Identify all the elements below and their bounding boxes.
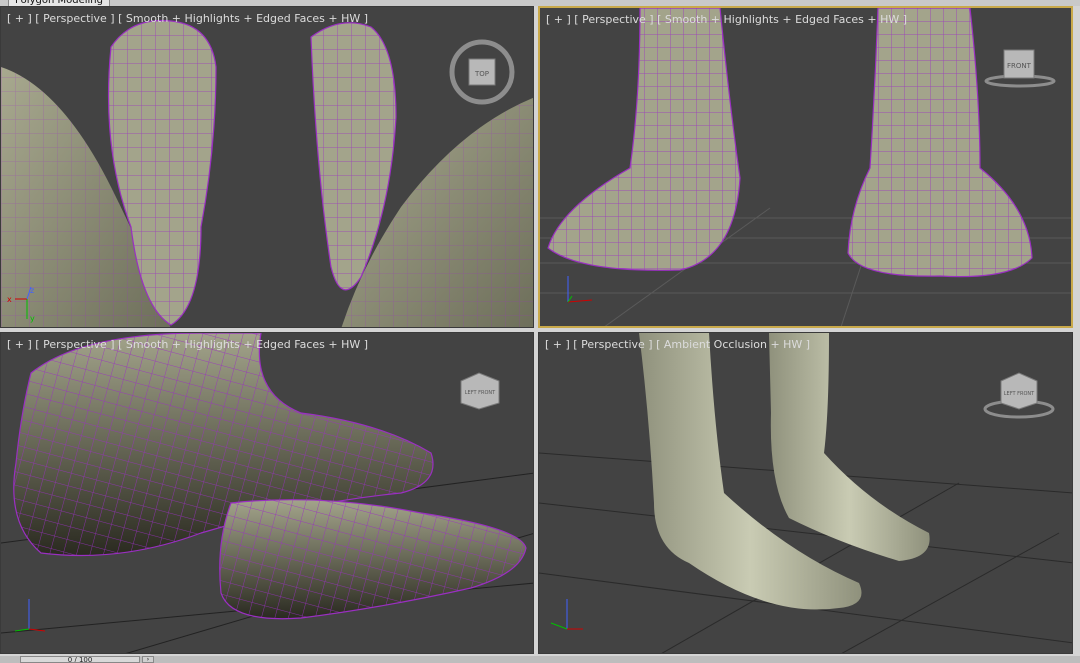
viewport-top-left[interactable]: [ + ] [ Perspective ] [ Smooth + Highlig… (0, 6, 534, 328)
viewcube-icon[interactable]: LEFT FRONT (979, 369, 1059, 421)
viewcube-face: LEFT FRONT (1004, 391, 1035, 397)
viewcube-icon[interactable]: FRONT (980, 48, 1060, 90)
viewport-bottom-right[interactable]: [ + ] [ Perspective ] [ Ambient Occlusio… (538, 332, 1073, 654)
axis-tripod-icon (550, 599, 583, 630)
timeline-bar (0, 656, 1080, 663)
viewcube-face: TOP (474, 70, 489, 78)
axis-tripod-icon (567, 276, 593, 303)
viewport-label[interactable]: [ + ] [ Perspective ] [ Ambient Occlusio… (545, 338, 810, 351)
axis-tripod-icon (14, 599, 46, 632)
chevron-right-icon[interactable]: › (142, 656, 154, 663)
viewcube-icon[interactable]: TOP (447, 37, 517, 107)
viewport-scene (1, 333, 533, 653)
time-slider[interactable]: 0 / 100 (20, 656, 140, 663)
axis-z-label: z (30, 286, 34, 295)
axis-y-label: y (30, 314, 35, 323)
viewport-top-right[interactable]: [ + ] [ Perspective ] [ Smooth + Highlig… (538, 6, 1073, 328)
viewport-label[interactable]: [ + ] [ Perspective ] [ Smooth + Highlig… (546, 13, 907, 26)
foot-back (769, 333, 930, 561)
viewcube-face: LEFT FRONT (465, 390, 496, 396)
axis-tripod-icon: x z y (7, 286, 35, 323)
axis-x-label: x (7, 295, 12, 304)
viewcube-icon[interactable]: LEFT FRONT (457, 369, 503, 411)
viewport-bottom-left[interactable]: [ + ] [ Perspective ] [ Smooth + Highlig… (0, 332, 534, 654)
viewport-label[interactable]: [ + ] [ Perspective ] [ Smooth + Highlig… (7, 12, 368, 25)
viewcube-face: FRONT (1007, 62, 1032, 70)
viewport-label[interactable]: [ + ] [ Perspective ] [ Smooth + Highlig… (7, 338, 368, 351)
